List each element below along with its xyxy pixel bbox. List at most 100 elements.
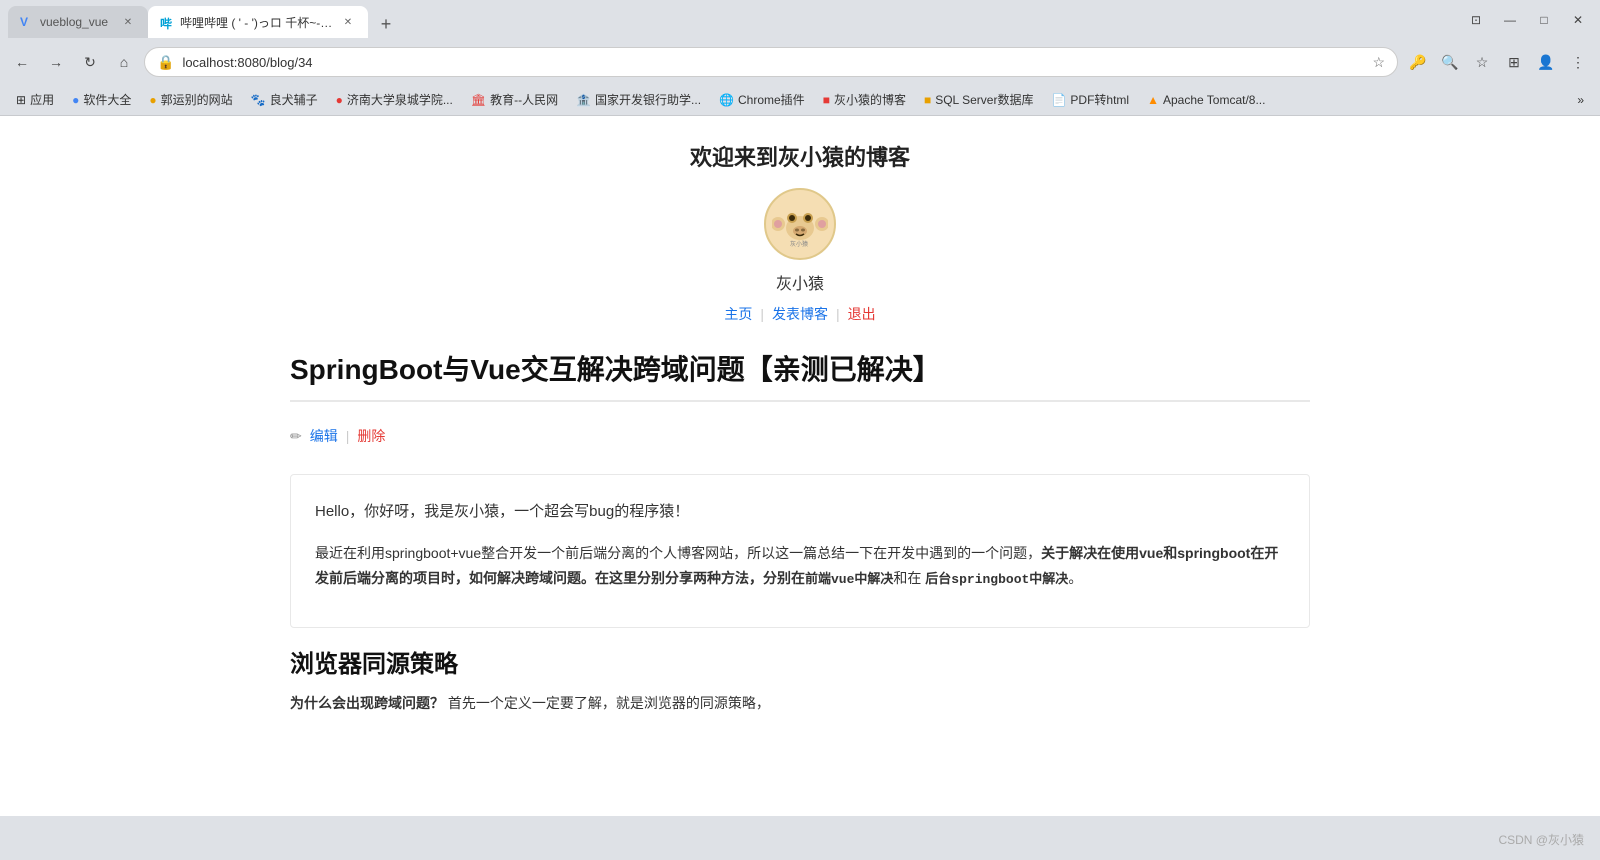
tab2-favicon: 哔 (160, 15, 174, 29)
section1-text: 首先一个定义一定要了解，就是浏览器的同源策略， (448, 695, 770, 711)
bookmark-bank[interactable]: 🏦 国家开发银行助学... (568, 88, 709, 111)
reload-button[interactable]: ↻ (76, 48, 104, 76)
tab1-favicon: V (20, 15, 34, 29)
browser-actions: 🔑 🔍 ☆ ⊞ 👤 ⋮ (1404, 48, 1592, 76)
new-tab-button[interactable]: + (372, 10, 400, 38)
chrome-favicon: 🌐 (719, 93, 734, 107)
menu-button[interactable]: ⋮ (1564, 48, 1592, 76)
page-content: 欢迎来到灰小猿的博客 (0, 116, 1600, 816)
bookmark-chrome[interactable]: 🌐 Chrome插件 (711, 88, 813, 111)
tab-vueblog[interactable]: V vueblog_vue ✕ (8, 6, 148, 38)
paragraph1-code2: 后台springboot中解决 (925, 572, 1068, 587)
bookmark-software[interactable]: ● 软件大全 (64, 88, 139, 111)
avatar: 灰小猿 (764, 188, 836, 260)
edu-favicon: 🏛 (471, 93, 486, 107)
avatar-image: 灰小猿 (772, 196, 828, 252)
close-button[interactable]: ✕ (1564, 6, 1592, 34)
nav-links: 主页 | 发表博客 | 退出 (0, 304, 1600, 324)
bookmark-pdf[interactable]: 📄 PDF转html (1043, 88, 1137, 111)
home-button[interactable]: ⌂ (110, 48, 138, 76)
back-button[interactable]: ← (8, 48, 36, 76)
blog-title: SpringBoot与Vue交互解决跨域问题【亲测已解决】 (290, 348, 1310, 402)
bookmark-bank-label: 国家开发银行助学... (595, 91, 701, 108)
minimize-button[interactable]: — (1496, 6, 1524, 34)
bookmark-guo[interactable]: ● 郭运别的网站 (141, 88, 240, 111)
bookmark-tomcat-label: Apache Tomcat/8... (1163, 93, 1266, 107)
liangquan-favicon: 🐾 (251, 93, 266, 107)
paragraph1-start: 最近在利用springboot+vue整合开发一个前后端分离的个人博客网站，所以… (315, 545, 1041, 561)
bank-favicon: 🏦 (576, 93, 591, 107)
bookmark-apps-label: 应用 (30, 91, 54, 108)
delete-link[interactable]: 删除 (357, 426, 385, 446)
profile-button[interactable]: 👤 (1532, 48, 1560, 76)
extensions-button[interactable]: ⊞ (1500, 48, 1528, 76)
tab1-title: vueblog_vue (40, 15, 114, 29)
bookmark-edu[interactable]: 🏛 教育--人民网 (463, 88, 566, 111)
tab1-close[interactable]: ✕ (120, 14, 136, 30)
bookmark-edu-label: 教育--人民网 (490, 91, 558, 108)
paragraph1-end: 。 (1068, 570, 1082, 586)
guo-favicon: ● (149, 93, 156, 107)
bookmark-software-label: 软件大全 (83, 91, 131, 108)
blog-container: SpringBoot与Vue交互解决跨域问题【亲测已解决】 ✏ 编辑 | 删除 … (250, 348, 1350, 716)
address-bar-row: ← → ↻ ⌂ 🔒 ☆ 🔑 🔍 ☆ ⊞ 👤 ⋮ (0, 40, 1600, 84)
edit-link[interactable]: 编辑 (310, 426, 338, 446)
section1-text-bold: 为什么会出现跨域问题？ (290, 695, 444, 711)
site-title: 欢迎来到灰小猿的博客 (0, 140, 1600, 172)
nav-logout-link[interactable]: 退出 (840, 304, 884, 324)
blog-actions: ✏ 编辑 | 删除 (290, 418, 1310, 454)
browser-frame: V vueblog_vue ✕ 哔 哔哩哔哩 ( ' - ')っロ 千杯~-bi… (0, 0, 1600, 860)
paragraph1-code1: 前端vue中解决 (805, 572, 893, 587)
page-header: 欢迎来到灰小猿的博客 (0, 116, 1600, 348)
software-favicon: ● (72, 93, 79, 107)
blog-paragraph-1: 最近在利用springboot+vue整合开发一个前后端分离的个人博客网站，所以… (315, 541, 1285, 592)
bookmark-liangquan-label: 良犬辅子 (270, 91, 318, 108)
bookmark-jinan[interactable]: ● 济南大学泉城学院... (328, 88, 461, 111)
tab2-close[interactable]: ✕ (340, 14, 356, 30)
title-bar: V vueblog_vue ✕ 哔 哔哩哔哩 ( ' - ')っロ 千杯~-bi… (0, 0, 1600, 40)
blog-intro: Hello，你好呀，我是灰小猿，一个超会写bug的程序猿！ (315, 499, 1285, 525)
nav-post-link[interactable]: 发表博客 (764, 304, 836, 324)
maximize-button[interactable]: □ (1530, 6, 1558, 34)
bookmark-sqlserver[interactable]: ■ SQL Server数据库 (916, 88, 1042, 111)
user-name: 灰小猿 (0, 270, 1600, 294)
password-icon[interactable]: 🔑 (1404, 48, 1432, 76)
url-input[interactable] (182, 55, 1364, 70)
favorites-button[interactable]: ☆ (1468, 48, 1496, 76)
window-controls: ⊡ — □ ✕ (1462, 6, 1592, 34)
bookmark-sqlserver-label: SQL Server数据库 (935, 91, 1033, 108)
tomcat-favicon: ▲ (1147, 93, 1159, 107)
cast-button[interactable]: ⊡ (1462, 6, 1490, 34)
tab2-title: 哔哩哔哩 ( ' - ')っロ 千杯~-bili... (180, 14, 334, 31)
bookmark-chrome-label: Chrome插件 (738, 91, 805, 108)
bookmark-guo-label: 郭运别的网站 (161, 91, 233, 108)
bookmark-jinan-label: 济南大学泉城学院... (347, 91, 453, 108)
svg-text:灰小猿: 灰小猿 (790, 240, 808, 248)
bookmark-blog-label: 灰小猿的博客 (834, 91, 906, 108)
edit-pencil-icon: ✏ (290, 428, 302, 445)
bookmark-blog[interactable]: ■ 灰小猿的博客 (815, 88, 914, 111)
tab-bar: V vueblog_vue ✕ 哔 哔哩哔哩 ( ' - ')っロ 千杯~-bi… (8, 2, 1458, 38)
bookmarks-more-button[interactable]: » (1569, 90, 1592, 110)
address-bar-icons: ☆ (1372, 54, 1385, 71)
blog-body: Hello，你好呀，我是灰小猿，一个超会写bug的程序猿！ 最近在利用sprin… (290, 474, 1310, 628)
action-divider: | (346, 428, 350, 444)
forward-button[interactable]: → (42, 48, 70, 76)
bookmark-liangquan[interactable]: 🐾 良犬辅子 (243, 88, 326, 111)
bookmark-tomcat[interactable]: ▲ Apache Tomcat/8... (1139, 90, 1273, 110)
tab-bilibili[interactable]: 哔 哔哩哔哩 ( ' - ')っロ 千杯~-bili... ✕ (148, 6, 368, 38)
blog-favicon: ■ (823, 93, 830, 107)
nav-home-link[interactable]: 主页 (716, 304, 760, 324)
apps-icon: ⊞ (16, 93, 26, 107)
sqlserver-favicon: ■ (924, 93, 931, 107)
address-bar[interactable]: 🔒 ☆ (144, 47, 1398, 77)
bookmark-star-icon[interactable]: ☆ (1372, 54, 1385, 71)
pdf-favicon: 📄 (1051, 93, 1066, 107)
jinan-favicon: ● (336, 93, 343, 107)
bookmark-apps[interactable]: ⊞ 应用 (8, 88, 62, 111)
bookmarks-bar: ⊞ 应用 ● 软件大全 ● 郭运别的网站 🐾 良犬辅子 ● 济南大学泉城学院..… (0, 84, 1600, 116)
section1-title: 浏览器同源策略 (290, 644, 1310, 679)
section1-paragraph: 为什么会出现跨域问题？ 首先一个定义一定要了解，就是浏览器的同源策略， (290, 691, 1310, 716)
paragraph1-mid: 和在 (893, 570, 921, 586)
zoom-button[interactable]: 🔍 (1436, 48, 1464, 76)
